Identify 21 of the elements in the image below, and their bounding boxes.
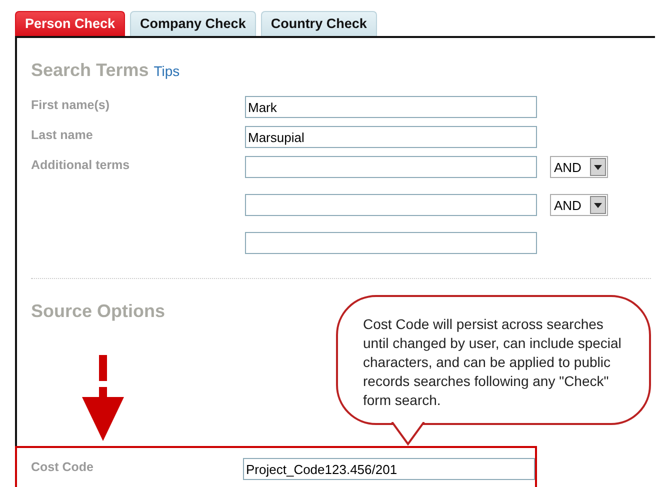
section-heading: Search Terms (31, 60, 149, 81)
text-field[interactable] (245, 232, 537, 254)
field-label: Last name (31, 127, 94, 142)
dropdown-arrow-icon (594, 202, 602, 208)
operator-dropdown[interactable]: AND (550, 194, 608, 216)
tab[interactable]: Person Check (15, 11, 126, 36)
tab[interactable]: Company Check (130, 11, 256, 36)
text-field[interactable]: Mark (245, 96, 537, 118)
tips-link[interactable]: Tips (154, 63, 180, 79)
field-label: First name(s) (31, 97, 110, 112)
dropdown-arrow-icon (594, 164, 602, 170)
section-heading: Source Options (31, 301, 166, 322)
text-field[interactable]: Marsupial (245, 126, 537, 148)
text-field[interactable] (245, 194, 537, 216)
field-label: Additional terms (31, 157, 131, 172)
tab[interactable]: Country Check (260, 11, 377, 36)
field-label: Cost Code (31, 459, 94, 474)
callout-text: Cost Code will persist across searches until changed by user, can include special characters, and can be applied to public records searches following any "Check" form search. (363, 315, 622, 410)
operator-dropdown[interactable]: AND (550, 156, 608, 178)
text-field[interactable] (245, 156, 537, 178)
text-field[interactable]: Project_Code123.456/201 (243, 458, 535, 480)
